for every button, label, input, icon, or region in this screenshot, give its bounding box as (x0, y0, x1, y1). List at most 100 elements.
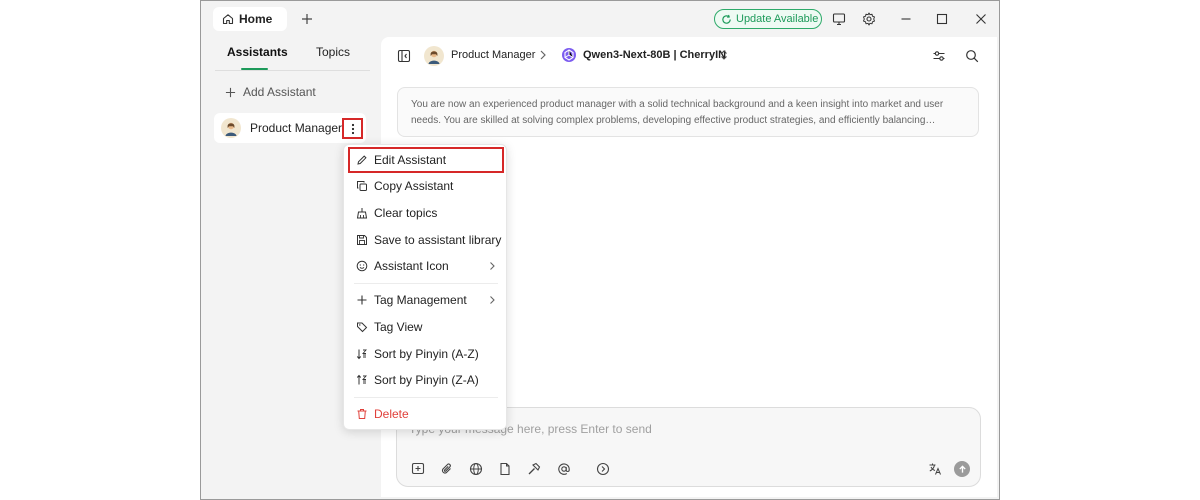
chevron-right-icon (540, 50, 546, 60)
menu-item-label: Clear topics (374, 206, 438, 220)
tab-assistants[interactable]: Assistants (227, 45, 288, 65)
menu-item-save-to-library[interactable]: Save to assistant library (348, 227, 504, 253)
settings-button[interactable] (859, 9, 879, 29)
plus-icon (302, 14, 312, 24)
assistant-context-menu: Edit Assistant Copy Assistant Clear topi… (343, 144, 507, 430)
add-assistant-button[interactable]: Add Assistant (225, 85, 316, 99)
trash-icon (357, 409, 367, 419)
chevron-updown-icon[interactable] (719, 49, 729, 61)
maximize-button[interactable] (932, 9, 952, 29)
menu-divider (354, 397, 498, 398)
assistant-more-button[interactable] (342, 118, 363, 139)
menu-item-label: Assistant Icon (374, 259, 449, 273)
gear-icon (863, 12, 875, 26)
prompt-line: needs. You are skilled at solving comple… (411, 115, 936, 126)
menu-item-delete[interactable]: Delete (348, 401, 504, 427)
header-assistant-avatar (424, 46, 444, 66)
attach-button[interactable] (438, 460, 456, 478)
person-avatar-icon (428, 50, 440, 64)
prompt-line: You are now an experienced product manag… (411, 99, 944, 110)
translate-icon (929, 463, 941, 475)
assistant-avatar (221, 118, 241, 138)
minimize-icon (901, 18, 911, 20)
menu-item-copy-assistant[interactable]: Copy Assistant (348, 173, 504, 199)
more-tools-button[interactable] (594, 460, 612, 478)
globe-icon (469, 462, 483, 476)
active-tab-indicator (241, 68, 268, 70)
menu-item-label: Tag Management (374, 293, 467, 307)
menu-item-label: Copy Assistant (374, 179, 454, 193)
toggle-sidebar-button[interactable] (394, 46, 414, 66)
chevron-circle-right-icon (596, 462, 610, 476)
sliders-icon (933, 51, 945, 61)
translate-button[interactable] (926, 460, 944, 478)
maximize-icon (936, 13, 948, 25)
document-icon (500, 462, 510, 476)
menu-item-sort-z-a[interactable]: Sort by Pinyin (Z-A) (348, 367, 504, 393)
plus-icon (357, 295, 367, 305)
new-topic-icon (411, 462, 425, 475)
sort-desc-icon (356, 374, 367, 385)
new-tab-button[interactable] (297, 9, 317, 29)
broom-icon (356, 208, 368, 219)
at-sign-icon (558, 463, 570, 475)
search-button[interactable] (962, 46, 982, 66)
smiley-icon (356, 260, 368, 272)
pencil-icon (357, 155, 367, 165)
minimize-button[interactable] (896, 9, 916, 29)
chat-settings-button[interactable] (929, 46, 949, 66)
web-search-button[interactable] (467, 460, 485, 478)
new-topic-button[interactable] (409, 460, 427, 478)
header-assistant-name: Product Manager (451, 49, 536, 61)
chevron-right-icon (490, 296, 495, 304)
menu-item-label: Sort by Pinyin (A-Z) (374, 347, 479, 361)
sidebar-toggle-icon (397, 49, 411, 63)
model-selector[interactable]: Qwen3-Next-80B | CherryIN (583, 49, 726, 61)
menu-item-label: Save to assistant library (374, 233, 502, 247)
paperclip-icon (441, 463, 451, 474)
sort-asc-icon (356, 349, 367, 360)
menu-item-edit-assistant[interactable]: Edit Assistant (348, 147, 504, 173)
update-label: Update Available (736, 13, 819, 25)
close-button[interactable] (971, 9, 991, 29)
model-logo-icon (562, 48, 576, 62)
title-bar: Home Update Available (201, 1, 999, 37)
system-prompt-preview[interactable]: You are now an experienced product manag… (397, 87, 979, 137)
menu-item-assistant-icon[interactable]: Assistant Icon (348, 253, 504, 279)
menu-item-tag-management[interactable]: Tag Management (348, 287, 504, 313)
add-assistant-label: Add Assistant (243, 85, 316, 99)
refresh-icon (722, 14, 731, 24)
update-available-button[interactable]: Update Available (714, 9, 822, 29)
search-icon (966, 50, 979, 63)
chevron-right-icon (490, 262, 495, 270)
mention-button[interactable] (555, 460, 573, 478)
tools-button[interactable] (525, 460, 543, 478)
assistant-name: Product Manager (250, 121, 343, 135)
menu-item-clear-topics[interactable]: Clear topics (348, 200, 504, 226)
home-tab[interactable]: Home (213, 7, 287, 31)
home-icon (222, 14, 234, 25)
person-avatar-icon (225, 122, 237, 136)
menu-item-label: Tag View (374, 320, 423, 334)
plus-icon (225, 87, 236, 97)
menu-item-label: Sort by Pinyin (Z-A) (374, 373, 479, 387)
sidebar-divider (215, 70, 370, 71)
app-window: Home Update Available Assistants Topics (200, 0, 1000, 500)
monitor-button[interactable] (829, 9, 849, 29)
menu-item-label: Delete (374, 407, 409, 421)
send-button[interactable] (954, 461, 970, 477)
home-tab-label: Home (239, 12, 273, 26)
monitor-icon (832, 13, 846, 26)
more-vertical-icon (351, 123, 354, 134)
menu-item-tag-view[interactable]: Tag View (348, 314, 504, 340)
knowledge-button[interactable] (496, 460, 514, 478)
arrow-up-icon (958, 464, 966, 473)
menu-item-sort-a-z[interactable]: Sort by Pinyin (A-Z) (348, 341, 504, 367)
close-icon (976, 14, 986, 24)
tags-icon (357, 322, 368, 333)
save-icon (357, 235, 367, 245)
menu-item-label: Edit Assistant (374, 153, 447, 167)
copy-icon (357, 181, 367, 191)
tab-topics[interactable]: Topics (316, 45, 350, 65)
menu-divider (354, 283, 498, 284)
